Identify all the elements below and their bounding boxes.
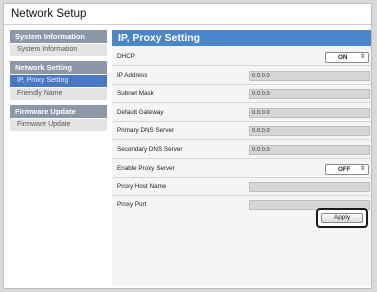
dhcp-selected-value: ON [338, 54, 348, 61]
updown-arrow-icon: ⇕ [359, 54, 365, 60]
enable-proxy-selected-value: OFF [338, 166, 351, 173]
proxy-host-field[interactable] [249, 182, 370, 192]
sidebar-item-ip-proxy-setting[interactable]: IP, Proxy Setting [10, 75, 107, 87]
sidebar-item-friendly-name[interactable]: Friendly Name [10, 88, 107, 100]
dhcp-select[interactable]: ON ⇕ [325, 52, 369, 63]
proxy-port-label: Proxy Port [117, 201, 147, 208]
primary-dns-label: Primary DNS Server [117, 127, 175, 134]
secondary-dns-row: Secondary DNS Server 0.0.0.0 [112, 142, 371, 159]
updown-arrow-icon: ⇕ [359, 166, 365, 172]
enable-proxy-label: Enable Proxy Server [117, 165, 175, 172]
ip-address-field[interactable]: 0.0.0.0 [249, 71, 370, 81]
network-setup-window: Network Setup System Information System … [3, 3, 372, 289]
apply-button[interactable]: Apply [321, 213, 363, 223]
dhcp-label: DHCP [117, 53, 135, 60]
primary-dns-field[interactable]: 0.0.0.0 [249, 126, 370, 136]
ip-address-label: IP Address [117, 72, 148, 79]
enable-proxy-select[interactable]: OFF ⇕ [325, 164, 369, 175]
subnet-mask-row: Subnet Mask 0.0.0.0 [112, 86, 371, 103]
default-gateway-field[interactable]: 0.0.0.0 [249, 108, 370, 118]
ip-address-row: IP Address 0.0.0.0 [112, 68, 371, 85]
dhcp-row: DHCP ON ⇕ [112, 49, 371, 66]
sidebar-item-system-information[interactable]: System Information [10, 44, 107, 56]
primary-dns-row: Primary DNS Server 0.0.0.0 [112, 123, 371, 140]
sidebar-section-system-information: System Information [10, 30, 107, 43]
sidebar: System Information System Information Ne… [10, 30, 107, 131]
default-gateway-row: Default Gateway 0.0.0.0 [112, 105, 371, 122]
subnet-mask-field[interactable]: 0.0.0.0 [249, 89, 370, 99]
default-gateway-label: Default Gateway [117, 109, 164, 116]
page-title: IP, Proxy Setting [112, 30, 371, 46]
proxy-host-row: Proxy Host Name [112, 179, 371, 196]
subnet-mask-label: Subnet Mask [117, 90, 154, 97]
proxy-host-label: Proxy Host Name [117, 183, 167, 190]
window-title: Network Setup [4, 4, 371, 25]
enable-proxy-row: Enable Proxy Server OFF ⇕ [112, 161, 371, 178]
secondary-dns-field[interactable]: 0.0.0.0 [249, 145, 370, 155]
sidebar-section-firmware-update: Firmware Update [10, 105, 107, 118]
sidebar-item-firmware-update[interactable]: Firmware Update [10, 119, 107, 131]
main-panel: IP, Proxy Setting DHCP ON ⇕ IP Address 0… [112, 30, 371, 286]
apply-button-highlight: Apply [316, 208, 368, 228]
sidebar-section-network-setting: Network Setting [10, 61, 107, 74]
secondary-dns-label: Secondary DNS Server [117, 146, 183, 153]
